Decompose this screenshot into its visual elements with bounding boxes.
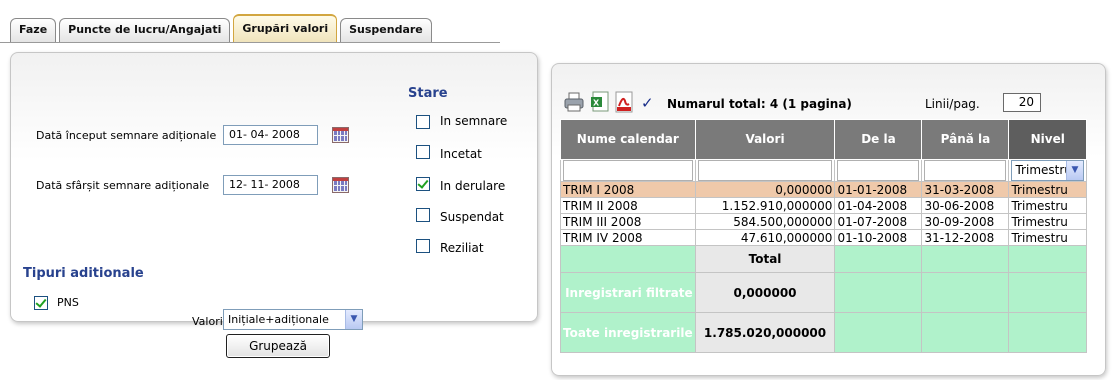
cell-de-la: 01-04-2008 xyxy=(834,197,923,214)
checkbox-suspendat[interactable] xyxy=(416,208,430,222)
cell-de-la: 01-10-2008 xyxy=(834,229,923,246)
filter-nume-input[interactable] xyxy=(563,160,693,181)
check-icon: ✓ xyxy=(641,94,654,112)
cell-pana-la: 30-09-2008 xyxy=(921,213,1010,230)
checkbox-pns[interactable] xyxy=(34,296,48,310)
tab-suspendare[interactable]: Suspendare xyxy=(340,18,432,42)
chevron-down-icon[interactable]: ▼ xyxy=(1066,161,1083,180)
tab-divider xyxy=(0,42,500,43)
checkbox-in-derulare[interactable] xyxy=(416,177,430,191)
start-date-input[interactable]: 01- 04- 2008 xyxy=(223,125,318,145)
tab-bar: Faze Puncte de lucru/Angajati Grupări va… xyxy=(10,12,435,42)
checkbox-label: In derulare xyxy=(440,179,506,193)
lines-per-page-label: Linii/pag. xyxy=(925,97,980,111)
cell-nivel: Trimestru xyxy=(1008,181,1087,198)
calendar-icon[interactable] xyxy=(332,127,349,143)
filter-de-la-input[interactable] xyxy=(837,160,920,181)
checkbox-incetat[interactable] xyxy=(416,145,430,159)
column-header-pana-la[interactable]: Până la xyxy=(921,119,1010,160)
total-header: Total xyxy=(694,245,836,273)
valori-label: Valori xyxy=(192,315,223,328)
summary-all-row: Toate inregistrarile 1.785.020,000000 xyxy=(560,312,1087,353)
column-header-nume-calendar[interactable]: Nume calendar xyxy=(560,119,696,160)
tab-faze[interactable]: Faze xyxy=(10,18,57,42)
checkbox-in-semnare[interactable] xyxy=(416,115,430,129)
filter-nivel-select[interactable]: Trimestru ▼ xyxy=(1011,160,1084,181)
filter-pana-la-input[interactable] xyxy=(924,160,1007,181)
column-header-valori[interactable]: Valori xyxy=(694,119,836,160)
cell-valori: 0,000000 xyxy=(694,181,836,198)
cell-nume: TRIM III 2008 xyxy=(560,213,696,230)
summary-filtered-row: Inregistrari filtrate 0,000000 xyxy=(560,272,1087,313)
checkbox-label: In semnare xyxy=(440,114,508,128)
cell-valori: 1.152.910,000000 xyxy=(694,197,836,214)
cell-nume: TRIM II 2008 xyxy=(560,197,696,214)
excel-icon[interactable]: X xyxy=(590,91,610,113)
filtered-label: Inregistrari filtrate xyxy=(560,272,696,313)
table-row[interactable]: TRIM II 2008 1.152.910,000000 01-04-2008… xyxy=(560,197,1087,214)
total-count-label: Numarul total: 4 (1 pagina) xyxy=(667,97,852,111)
table-row[interactable]: TRIM III 2008 584.500,000000 01-07-2008 … xyxy=(560,213,1087,230)
table-row[interactable]: TRIM IV 2008 47.610,000000 01-10-2008 31… xyxy=(560,229,1087,246)
cell-valori: 47.610,000000 xyxy=(694,229,836,246)
filter-nivel-value: Trimestru xyxy=(1015,163,1072,177)
checkbox-label: Incetat xyxy=(440,147,482,161)
cell-de-la: 01-01-2008 xyxy=(834,181,923,198)
stare-title: Stare xyxy=(408,86,448,101)
filter-panel: Dată început semnare adiționale 01- 04- … xyxy=(10,52,538,330)
results-table: Nume calendar Valori De la Până la Nivel… xyxy=(560,119,1087,353)
cell-pana-la: 31-12-2008 xyxy=(921,229,1010,246)
all-records-value: 1.785.020,000000 xyxy=(694,312,836,353)
results-panel: X ✓ Numarul total: 4 (1 pagina) Linii/pa… xyxy=(551,63,1106,376)
cell-pana-la: 31-03-2008 xyxy=(921,181,1010,198)
end-date-input[interactable]: 12- 11- 2008 xyxy=(223,175,318,195)
checkbox-reziliat[interactable] xyxy=(416,239,430,253)
tipuri-aditionale-title: Tipuri aditionale xyxy=(23,266,144,281)
column-header-de-la[interactable]: De la xyxy=(834,119,923,160)
svg-text:X: X xyxy=(593,99,600,108)
cell-pana-la: 30-06-2008 xyxy=(921,197,1010,214)
checkbox-label: Suspendat xyxy=(440,210,504,224)
valori-select[interactable]: Inițiale+adiționale ▼ xyxy=(223,309,363,330)
tab-puncte-de-lucru[interactable]: Puncte de lucru/Angajati xyxy=(59,18,231,42)
start-date-label: Dată început semnare adiționale xyxy=(36,129,217,142)
table-row[interactable]: TRIM I 2008 0,000000 01-01-2008 31-03-20… xyxy=(560,181,1087,198)
checkbox-label: Reziliat xyxy=(440,241,484,255)
cell-de-la: 01-07-2008 xyxy=(834,213,923,230)
checkbox-label: PNS xyxy=(57,296,79,309)
pdf-icon[interactable] xyxy=(614,91,634,113)
cell-nivel: Trimestru xyxy=(1008,213,1087,230)
filtered-value: 0,000000 xyxy=(694,272,836,313)
all-records-label: Toate inregistrarile xyxy=(560,312,696,353)
summary-total-row: Total xyxy=(560,245,1087,273)
printer-icon[interactable] xyxy=(564,91,584,113)
tab-grupari-valori[interactable]: Grupări valori xyxy=(233,14,338,42)
chevron-down-icon[interactable]: ▼ xyxy=(345,310,362,329)
group-button[interactable]: Grupează xyxy=(226,334,330,358)
cell-nivel: Trimestru xyxy=(1008,229,1087,246)
cell-valori: 584.500,000000 xyxy=(694,213,836,230)
calendar-icon[interactable] xyxy=(332,177,349,193)
cell-nivel: Trimestru xyxy=(1008,197,1087,214)
cell-nume: TRIM I 2008 xyxy=(560,181,696,198)
column-header-nivel[interactable]: Nivel xyxy=(1008,119,1087,160)
cell-nume: TRIM IV 2008 xyxy=(560,229,696,246)
filter-row: Trimestru ▼ xyxy=(560,159,1087,182)
valori-select-value: Inițiale+adiționale xyxy=(228,313,329,326)
lines-per-page-input[interactable]: 20 xyxy=(1003,93,1041,112)
end-date-label: Dată sfârșit semnare adiționale xyxy=(36,179,210,192)
filter-valori-input[interactable] xyxy=(697,160,833,181)
